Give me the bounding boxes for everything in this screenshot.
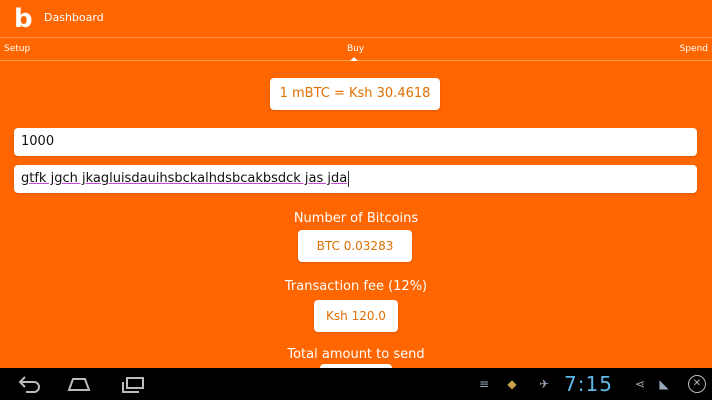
system-nav-bar: ≡ ◆ ✈ 7:15 ⋖ ◣ ✕ — [0, 368, 712, 400]
close-icon[interactable]: ✕ — [688, 375, 706, 393]
total-label: Total amount to send — [287, 347, 425, 362]
bitcoins-label: Number of Bitcoins — [293, 211, 419, 226]
wifi-icon: ◣ — [659, 377, 669, 391]
address-input[interactable]: gtfk jgch jkagluisdauihsbckalhdsbcakbsdc… — [14, 165, 697, 193]
fee-value: Ksh 120.0 — [314, 300, 398, 332]
app-title: Dashboard — [44, 11, 104, 24]
back-arrow-icon[interactable] — [16, 374, 42, 394]
action-bar: b Dashboard — [0, 0, 712, 38]
amount-input[interactable]: 1000 — [14, 128, 697, 156]
home-icon[interactable] — [66, 374, 92, 394]
tab-selected-indicator — [350, 57, 358, 61]
android-icon: ◆ — [507, 377, 517, 391]
tab-setup[interactable]: Setup — [4, 44, 30, 54]
amount-value: 1000 — [21, 134, 55, 149]
address-value: gtfk jgch jkagluisdauihsbckalhdsbcakbsdc… — [21, 171, 348, 186]
share-icon: ⋖ — [634, 377, 646, 391]
status-clock: 7:15 — [564, 372, 613, 396]
fee-label: Transaction fee (12%) — [284, 279, 428, 294]
bitcoins-value: BTC 0.03283 — [298, 230, 412, 262]
tab-buy[interactable]: Buy — [347, 44, 364, 54]
twitter-icon: ✈ — [538, 377, 550, 391]
menu-icon[interactable]: ≡ — [476, 376, 492, 392]
recent-apps-icon[interactable] — [120, 374, 146, 394]
app-logo[interactable]: b — [14, 5, 36, 33]
text-cursor — [348, 170, 350, 187]
tab-spend[interactable]: Spend — [680, 44, 708, 54]
exchange-rate-display: 1 mBTC = Ksh 30.4618 — [270, 78, 440, 110]
